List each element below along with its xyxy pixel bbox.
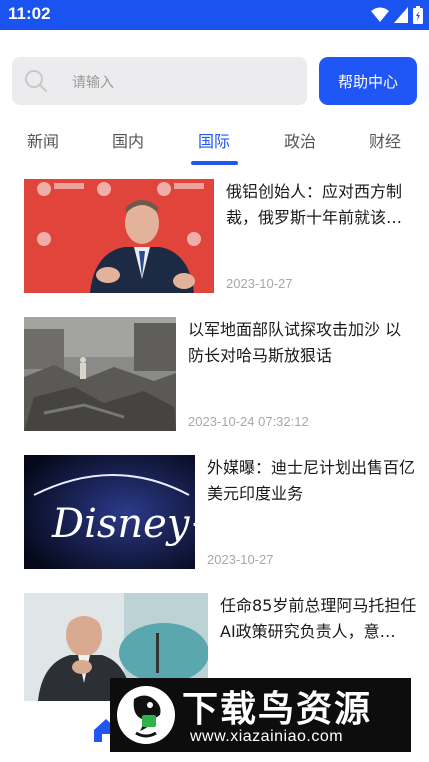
news-thumbnail [24,179,214,293]
status-bar: 11:02 [0,0,429,30]
news-item[interactable]: 俄铝创始人：应对西方制裁，俄罗斯十年前就该… 2023-10-27 [24,179,417,293]
news-date: 2023-10-27 [226,276,293,291]
status-icons [371,6,423,24]
wifi-icon [371,7,389,22]
tab-finance[interactable]: 财经 [355,128,415,151]
news-item[interactable]: 以军地面部队试探攻击加沙 以防长对哈马斯放狠话 2023-10-24 07:32… [24,317,417,431]
tab-news[interactable]: 新闻 [13,128,73,151]
news-item[interactable]: Disney+ 外媒曝：迪士尼计划出售百亿美元印度业务 2023-10-27 [24,455,417,569]
news-title: 外媒曝：迪士尼计划出售百亿美元印度业务 [207,458,416,503]
tab-international[interactable]: 国际 [184,128,244,151]
watermark-url: www.xiazainiao.com [190,728,344,745]
news-date: 2023-10-24 07:32:12 [188,414,309,429]
signal-icon [394,7,408,23]
news-title: 以军地面部队试探攻击加沙 以防长对哈马斯放狠话 [188,320,402,365]
news-date: 2023-10-27 [207,552,274,567]
news-title: 俄铝创始人：应对西方制裁，俄罗斯十年前就该… [226,182,403,227]
disney-logo-text: Disney+ [51,501,195,547]
tab-domestic[interactable]: 国内 [98,128,158,151]
status-time: 11:02 [8,4,51,23]
news-thumbnail [24,317,176,431]
bird-logo-icon [117,686,175,744]
tab-indicator [191,161,238,165]
watermark-banner: 下载鸟资源 www.xiazainiao.com [110,678,411,752]
search-icon [25,70,47,92]
tab-politics[interactable]: 政治 [270,128,330,151]
news-title: 任命85岁前总理阿马托担任AI政策研究负责人，意… [220,596,417,641]
watermark-title: 下载鸟资源 [182,689,373,730]
battery-icon [413,6,423,24]
help-center-button[interactable]: 帮助中心 [319,57,417,105]
search-input[interactable]: 请输入 [12,57,307,105]
news-thumbnail: Disney+ [24,455,195,569]
search-placeholder: 请输入 [72,75,114,91]
